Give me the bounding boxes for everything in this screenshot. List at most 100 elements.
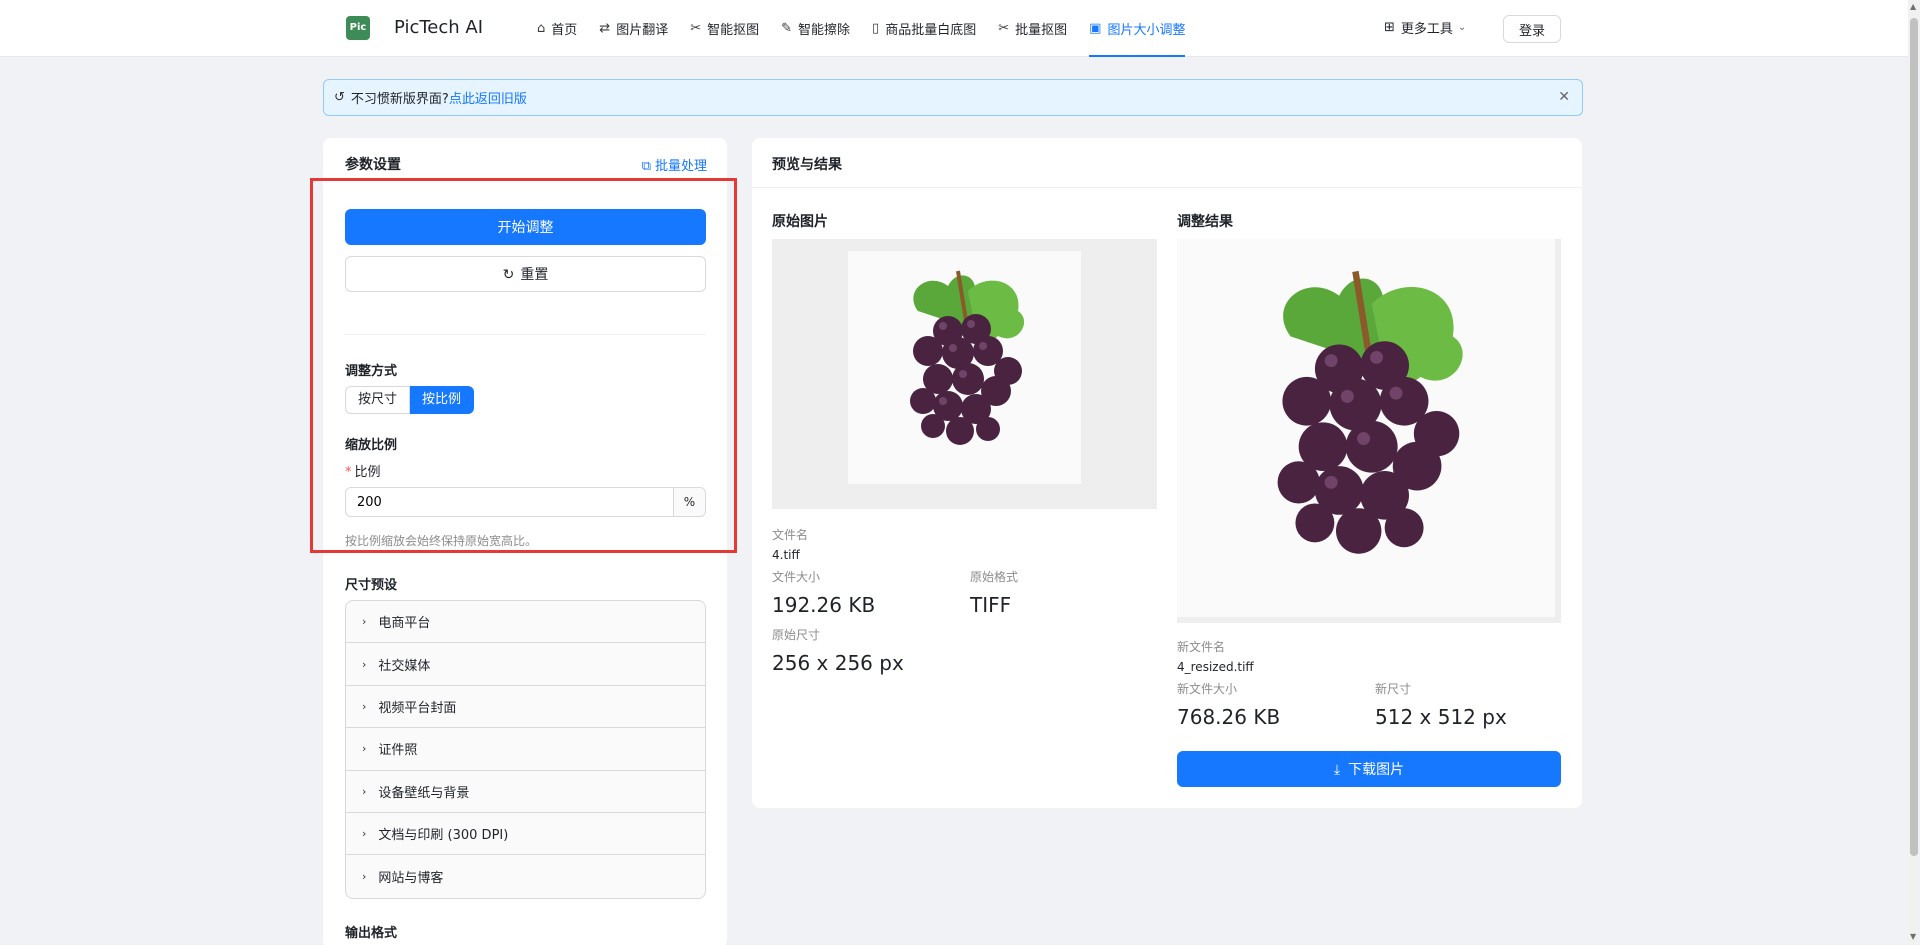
version-notice-banner: ↺ 不习惯新版界面? 点此返回旧版 ✕ — [323, 79, 1583, 116]
scissors-icon: ✂ — [998, 21, 1010, 36]
original-format-label: 原始格式 — [970, 570, 1019, 584]
ratio-input-group: % — [345, 487, 706, 517]
original-title: 原始图片 — [772, 214, 828, 230]
ratio-field-label: * 比例 — [345, 461, 381, 480]
grapes-image-icon — [1277, 270, 1463, 554]
start-adjust-button[interactable]: 开始调整 — [345, 209, 706, 245]
more-tools-dropdown[interactable]: ⊞ 更多工具 ⌄ — [1384, 18, 1466, 37]
result-filename-label: 新文件名 — [1177, 640, 1226, 654]
nav-label: 图片大小调整 — [1107, 23, 1186, 38]
mode-label: 调整方式 — [345, 364, 398, 379]
result-size-label: 新文件大小 — [1177, 682, 1238, 696]
image-icon: ▣ — [1089, 21, 1102, 36]
close-icon[interactable]: ✕ — [1558, 89, 1570, 105]
reload-icon: ↻ — [502, 267, 515, 283]
preset-website[interactable]: › 网站与博客 — [346, 855, 705, 897]
ratio-input[interactable] — [346, 488, 673, 516]
required-asterisk-icon: * — [345, 465, 352, 480]
original-dims-label: 原始尺寸 — [772, 628, 821, 642]
login-button[interactable]: 登录 — [1503, 15, 1561, 43]
nav-image-translate[interactable]: ⇄ 图片翻译 — [588, 0, 679, 57]
eraser-icon: ✎ — [781, 21, 793, 36]
nav-smart-cutout[interactable]: ✂ 智能抠图 — [679, 0, 770, 57]
home-icon: ⌂ — [537, 21, 546, 36]
preset-label: 社交媒体 — [378, 658, 431, 674]
chevron-right-icon: › — [362, 784, 367, 798]
reset-button[interactable]: ↻ 重置 — [345, 256, 706, 292]
original-image-canvas — [848, 251, 1081, 484]
chevron-right-icon: › — [362, 657, 367, 671]
mode-segmented-control: 按尺寸 按比例 — [345, 386, 475, 414]
result-dims: 512 x 512 px — [1375, 705, 1507, 729]
page-scrollbar[interactable]: ▲ ▼ — [1908, 0, 1920, 945]
nav-label: 商品批量白底图 — [885, 23, 977, 38]
grapes-image-icon — [910, 270, 1025, 445]
divider — [345, 334, 706, 335]
original-dims: 256 x 256 px — [772, 651, 904, 675]
preset-label: 设备壁纸与背景 — [378, 785, 470, 801]
chevron-right-icon: › — [362, 870, 367, 884]
batch-process-link[interactable]: ⧉ 批量处理 — [642, 155, 707, 174]
mode-by-size[interactable]: 按尺寸 — [345, 386, 411, 414]
ratio-hint: 按比例缩放会始终保持原始宽高比。 — [345, 534, 538, 548]
original-filename-label: 文件名 — [772, 528, 809, 542]
download-label: 下载图片 — [1348, 762, 1405, 778]
chevron-right-icon: › — [362, 699, 367, 713]
download-image-button[interactable]: ⤓ 下载图片 — [1177, 751, 1561, 787]
scale-label: 缩放比例 — [345, 438, 398, 453]
chevron-right-icon: › — [362, 742, 367, 756]
chevron-right-icon: › — [362, 827, 367, 841]
nav-label: 首页 — [551, 23, 578, 38]
nav-home[interactable]: ⌂ 首页 — [526, 0, 588, 57]
preview-title: 预览与结果 — [772, 157, 842, 173]
nav-image-resize[interactable]: ▣ 图片大小调整 — [1078, 0, 1196, 57]
more-tools-label: 更多工具 — [1400, 22, 1453, 37]
preview-panel: 预览与结果 原始图片 文件名 4.tiff 文件大小 192.26 KB 原始格… — [752, 138, 1582, 808]
preview-header: 预览与结果 — [752, 138, 1582, 188]
return-old-version-link[interactable]: 点此返回旧版 — [449, 88, 527, 107]
translate-icon: ⇄ — [599, 21, 611, 36]
percent-unit: % — [673, 488, 705, 516]
preset-video-cover[interactable]: › 视频平台封面 — [346, 686, 705, 729]
preset-wallpaper[interactable]: › 设备壁纸与背景 — [346, 771, 705, 813]
scroll-down-arrow-icon[interactable]: ▼ — [1910, 932, 1916, 941]
brand-name[interactable]: PicTech AI — [394, 17, 483, 38]
result-dims-label: 新尺寸 — [1375, 682, 1412, 696]
mode-by-ratio[interactable]: 按比例 — [410, 386, 475, 414]
nav-batch-cutout[interactable]: ✂ 批量抠图 — [987, 0, 1078, 57]
settings-title: 参数设置 — [345, 157, 401, 173]
preset-print[interactable]: › 文档与印刷 (300 DPI) — [346, 813, 705, 856]
scroll-thumb[interactable] — [1910, 18, 1918, 856]
nav-label: 智能擦除 — [798, 23, 851, 38]
preset-label: 电商平台 — [378, 616, 431, 632]
chevron-down-icon: ⌄ — [1457, 22, 1467, 33]
nav-batch-white-bg[interactable]: ▯ 商品批量白底图 — [861, 0, 987, 57]
output-format-label: 输出格式 — [345, 926, 398, 941]
nav-smart-erase[interactable]: ✎ 智能擦除 — [770, 0, 861, 57]
original-size-label: 文件大小 — [772, 570, 821, 584]
preset-label: 视频平台封面 — [378, 700, 457, 716]
settings-panel: 参数设置 ⧉ 批量处理 开始调整 ↻ 重置 调整方式 按尺寸 按比例 缩放比例 * 比… — [310, 138, 737, 945]
result-title: 调整结果 — [1177, 214, 1233, 230]
nav-label: 图片翻译 — [616, 23, 669, 38]
nav-label: 智能抠图 — [707, 23, 760, 38]
presets-collapse: › 电商平台 › 社交媒体 › 视频平台封面 › 证件照 › 设备壁纸与背景 › 文档与印刷… — [345, 600, 706, 899]
reset-label: 重置 — [520, 267, 549, 283]
copy-icon: ⧉ — [641, 159, 651, 174]
original-image — [772, 239, 1157, 509]
preset-ecommerce[interactable]: › 电商平台 — [346, 601, 705, 644]
original-filename: 4.tiff — [772, 548, 800, 562]
original-size: 192.26 KB — [772, 593, 876, 617]
top-navbar: Pic PicTech AI ⌂ 首页 ⇄ 图片翻译 ✂ 智能抠图 ✎ 智能擦除… — [0, 0, 1908, 57]
chevron-right-icon: › — [362, 615, 367, 629]
result-size: 768.26 KB — [1177, 705, 1281, 729]
result-image — [1177, 239, 1561, 623]
main-nav: ⌂ 首页 ⇄ 图片翻译 ✂ 智能抠图 ✎ 智能擦除 ▯ 商品批量白底图 ✂ 批量… — [526, 0, 1196, 57]
preset-id-photo[interactable]: › 证件照 — [346, 728, 705, 771]
preset-social-media[interactable]: › 社交媒体 — [346, 643, 705, 686]
logo-icon[interactable]: Pic — [346, 16, 370, 40]
preset-label: 证件照 — [378, 743, 418, 759]
scroll-up-arrow-icon[interactable]: ▲ — [1910, 2, 1916, 11]
batch-label: 批量处理 — [654, 159, 707, 174]
nav-label: 批量抠图 — [1015, 23, 1068, 38]
